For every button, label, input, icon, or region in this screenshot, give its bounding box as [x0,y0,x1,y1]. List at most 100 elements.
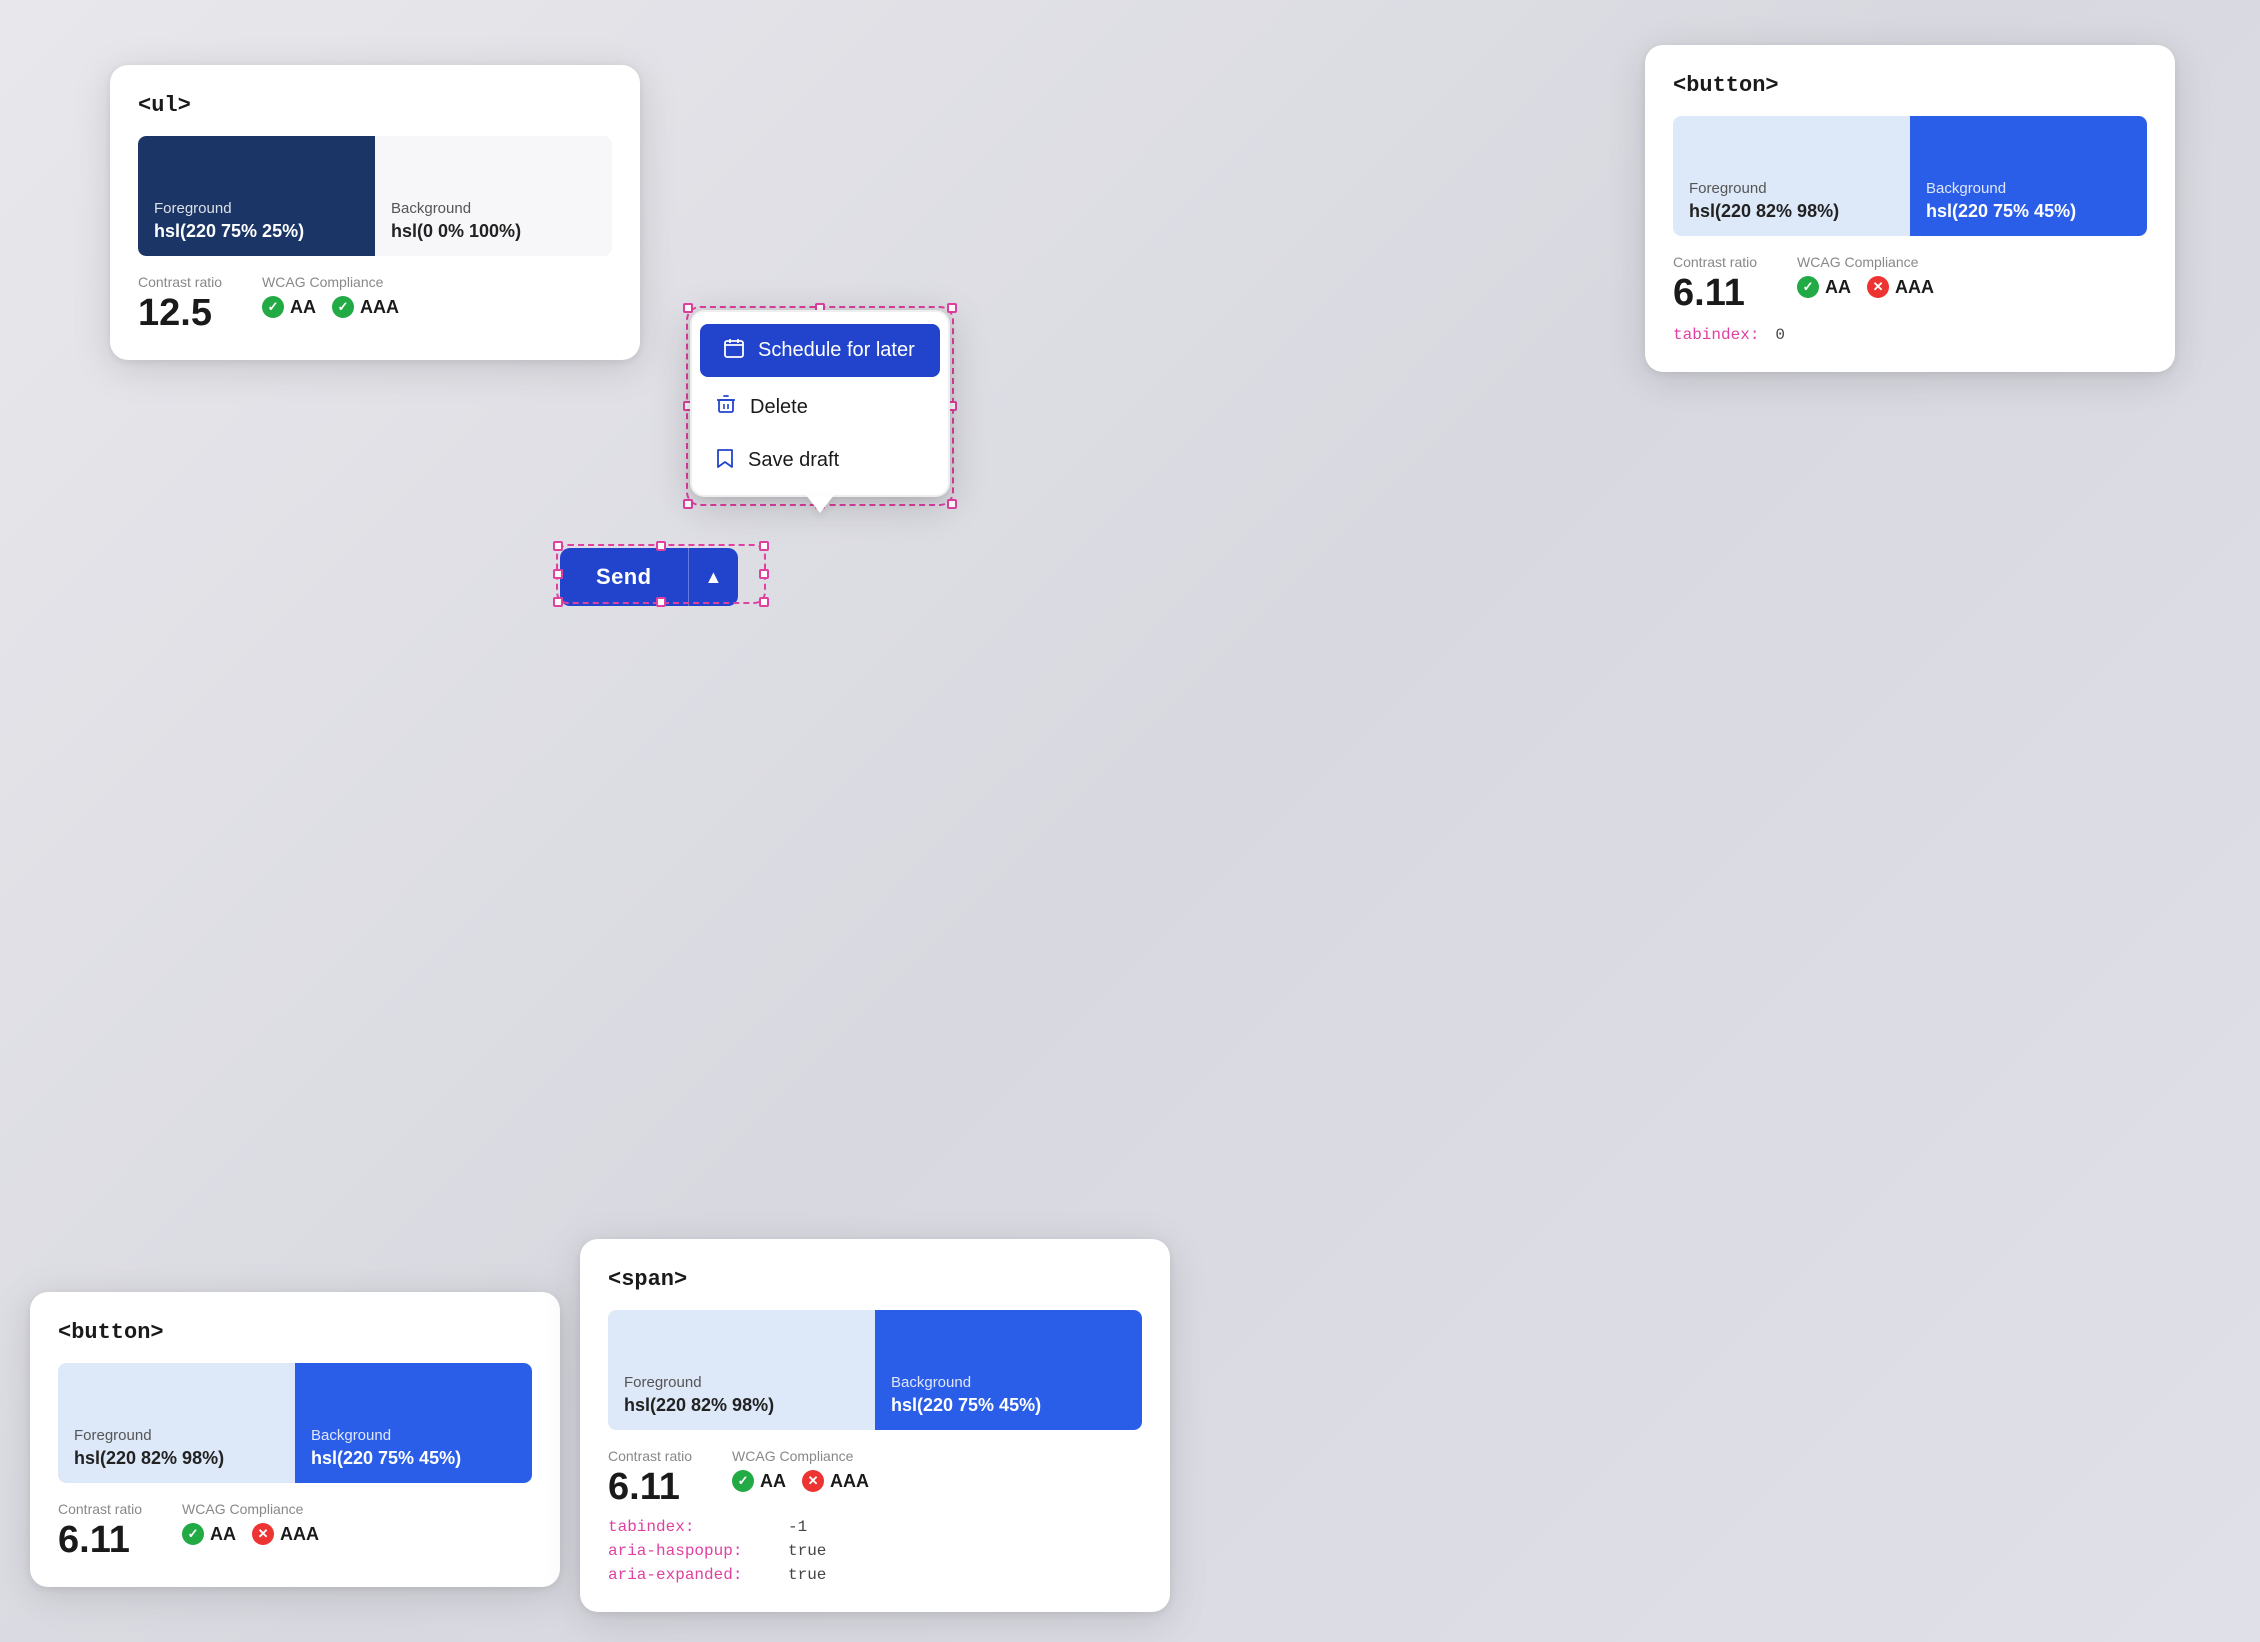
span-aria-haspopup-key: aria-haspopup: [608,1542,788,1560]
card-button-top-bg-label: Background [1926,180,2131,197]
card-button-bottom-badge-aa: ✓ AA [182,1523,236,1545]
card-button-bottom-bg-label: Background [311,1427,516,1444]
card-button-top-contrast-label: Contrast ratio [1673,254,1757,270]
card-button-bottom-aaa-label: AAA [280,1524,319,1545]
card-ul-wcag-label: WCAG Compliance [262,274,399,290]
handle-bl [683,499,693,509]
card-span-wcag-label: WCAG Compliance [732,1448,869,1464]
card-button-bottom-bg-swatch: Background hsl(220 75% 45%) [295,1363,532,1483]
card-button-bottom-wcag: WCAG Compliance ✓ AA ✕ AAA [182,1501,319,1545]
card-ul-wcag-badges: ✓ AA ✓ AAA [262,296,399,318]
card-button-top-attrs: tabindex: 0 [1673,326,2147,344]
card-span-contrast-label: Contrast ratio [608,1448,692,1464]
button-bottom-aa-pass-icon: ✓ [182,1523,204,1545]
handle-tl [683,303,693,313]
send-handle-mr [759,569,769,579]
span-tabindex-key: tabindex: [608,1518,788,1536]
card-span-attrs: tabindex: -1 aria-haspopup: true aria-ex… [608,1518,1142,1584]
card-button-top-tag: <button> [1673,73,2147,98]
send-button-group: Send ▲ [560,548,738,606]
tabindex-val: 0 [1775,326,1785,344]
card-ul-swatches: Foreground hsl(220 75% 25%) Background h… [138,136,612,256]
card-button-top-bg-swatch: Background hsl(220 75% 45%) [1910,116,2147,236]
tabindex-attr-line: tabindex: -1 [608,1518,1142,1536]
card-ul-fg-swatch: Foreground hsl(220 75% 25%) [138,136,375,256]
card-button-top-wcag-label: WCAG Compliance [1797,254,1934,270]
card-button-bottom: <button> Foreground hsl(220 82% 98%) Bac… [30,1292,560,1587]
card-span-aa-label: AA [760,1471,786,1492]
handle-br [947,499,957,509]
menu-delete-label: Delete [750,396,808,419]
card-button-bottom-contrast: Contrast ratio 6.11 [58,1501,142,1559]
card-span-bg-swatch: Background hsl(220 75% 45%) [875,1310,1142,1430]
card-span-bg-label: Background [891,1374,1126,1391]
card-button-bottom-contrast-value: 6.11 [58,1521,142,1559]
card-button-top-bg-value: hsl(220 75% 45%) [1926,201,2131,222]
menu-item-save-draft[interactable]: Save draft [692,434,948,487]
card-button-top-badge-aa: ✓ AA [1797,276,1851,298]
bookmark-icon [716,448,734,473]
button-top-aaa-fail-icon: ✕ [1867,276,1889,298]
card-button-bottom-fg-label: Foreground [74,1427,279,1444]
card-ul-bg-swatch: Background hsl(0 0% 100%) [375,136,612,256]
card-ul-fg-value: hsl(220 75% 25%) [154,221,359,242]
card-button-top-aa-label: AA [1825,277,1851,298]
card-button-top-fg-swatch: Foreground hsl(220 82% 98%) [1673,116,1910,236]
card-ul-contrast-value: 12.5 [138,294,222,332]
card-button-bottom-wcag-label: WCAG Compliance [182,1501,319,1517]
calendar-icon [724,338,744,363]
aa-pass-icon: ✓ [262,296,284,318]
card-ul-contrast: Contrast ratio 12.5 [138,274,222,332]
button-top-aa-pass-icon: ✓ [1797,276,1819,298]
card-button-bottom-tag: <button> [58,1320,532,1345]
card-span-fg-value: hsl(220 82% 98%) [624,1395,859,1416]
card-span-badge-aaa: ✕ AAA [802,1470,869,1492]
card-ul: <ul> Foreground hsl(220 75% 25%) Backgro… [110,65,640,360]
card-ul-badge-aaa: ✓ AAA [332,296,399,318]
card-button-bottom-bg-value: hsl(220 75% 45%) [311,1448,516,1469]
span-aria-expanded-val: true [788,1566,826,1584]
span-aria-haspopup-val: true [788,1542,826,1560]
card-ul-contrast-label: Contrast ratio [138,274,222,290]
send-button[interactable]: Send [560,548,688,606]
card-span: <span> Foreground hsl(220 82% 98%) Backg… [580,1239,1170,1612]
send-caret-button[interactable]: ▲ [688,548,739,606]
aaa-pass-icon: ✓ [332,296,354,318]
card-button-top-swatches: Foreground hsl(220 82% 98%) Background h… [1673,116,2147,236]
card-ul-metrics: Contrast ratio 12.5 WCAG Compliance ✓ AA… [138,274,612,332]
card-button-bottom-fg-swatch: Foreground hsl(220 82% 98%) [58,1363,295,1483]
card-span-contrast-value: 6.11 [608,1468,692,1506]
card-button-bottom-aa-label: AA [210,1524,236,1545]
handle-tr [947,303,957,313]
card-button-top-fg-value: hsl(220 82% 98%) [1689,201,1894,222]
card-button-top-contrast: Contrast ratio 6.11 [1673,254,1757,312]
aria-expanded-attr-line: aria-expanded: true [608,1566,1142,1584]
card-button-top-contrast-value: 6.11 [1673,274,1757,312]
card-button-top-wcag: WCAG Compliance ✓ AA ✕ AAA [1797,254,1934,298]
tabindex-key: tabindex: [1673,326,1759,344]
send-handle-tr [759,541,769,551]
card-ul-tag: <ul> [138,93,612,118]
span-aaa-fail-icon: ✕ [802,1470,824,1492]
card-button-bottom-badge-aaa: ✕ AAA [252,1523,319,1545]
card-span-wcag: WCAG Compliance ✓ AA ✕ AAA [732,1448,869,1492]
card-span-badge-aa: ✓ AA [732,1470,786,1492]
menu-item-schedule[interactable]: Schedule for later [700,324,940,377]
button-bottom-aaa-fail-icon: ✕ [252,1523,274,1545]
card-ul-wcag: WCAG Compliance ✓ AA ✓ AAA [262,274,399,318]
card-ul-aaa-label: AAA [360,297,399,318]
trash-icon [716,395,736,420]
card-button-bottom-metrics: Contrast ratio 6.11 WCAG Compliance ✓ AA… [58,1501,532,1559]
card-span-bg-value: hsl(220 75% 45%) [891,1395,1126,1416]
menu-save-draft-label: Save draft [748,449,839,472]
card-button-bottom-contrast-label: Contrast ratio [58,1501,142,1517]
span-tabindex-val: -1 [788,1518,807,1536]
card-button-bottom-fg-value: hsl(220 82% 98%) [74,1448,279,1469]
menu-item-delete[interactable]: Delete [692,381,948,434]
card-button-top-badge-aaa: ✕ AAA [1867,276,1934,298]
menu-schedule-label: Schedule for later [758,339,915,362]
aria-haspopup-attr-line: aria-haspopup: true [608,1542,1142,1560]
card-ul-fg-label: Foreground [154,200,359,217]
card-ul-bg-value: hsl(0 0% 100%) [391,221,596,242]
span-aa-pass-icon: ✓ [732,1470,754,1492]
